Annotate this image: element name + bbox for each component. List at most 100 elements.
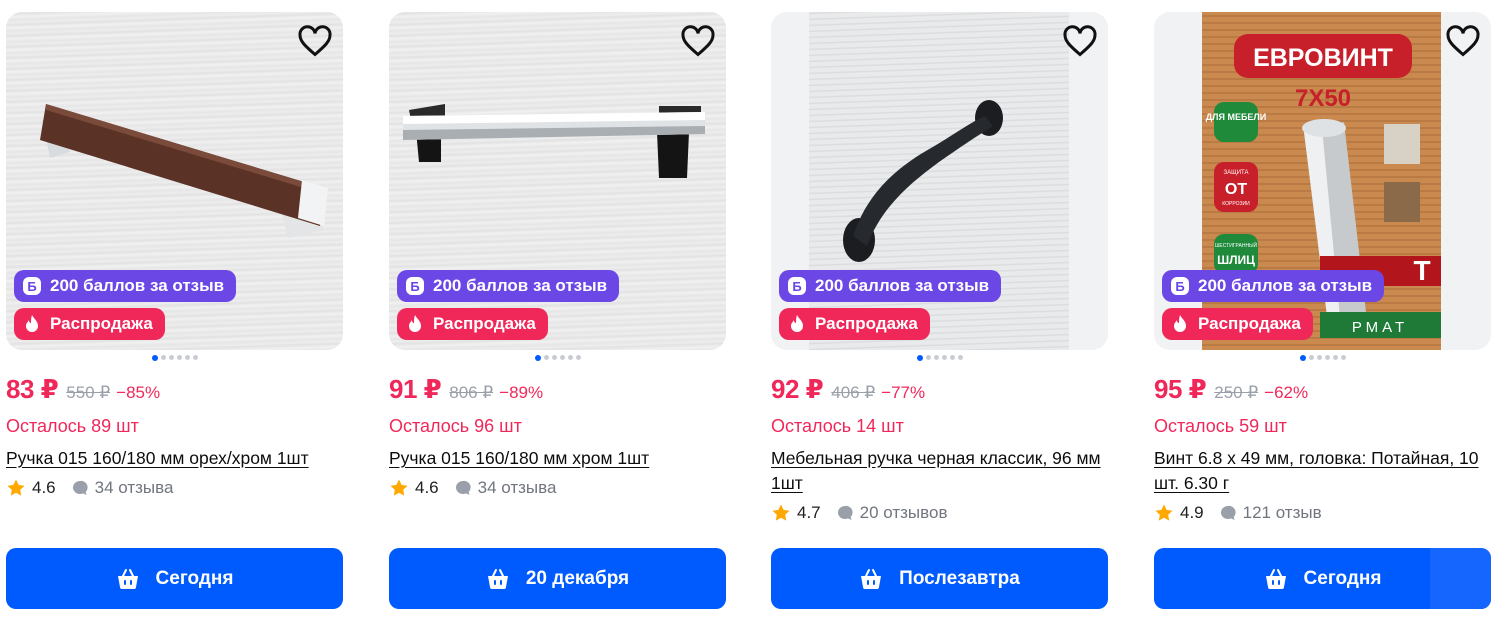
old-price: 806 ₽ xyxy=(449,383,494,402)
product-card[interactable]: Б 200 баллов за отзыв Распродажа 92 ₽ 40… xyxy=(771,12,1108,612)
pager-dot[interactable] xyxy=(1324,355,1330,360)
heart-outline-icon[interactable] xyxy=(680,24,716,58)
product-image[interactable]: Б 200 баллов за отзыв Распродажа xyxy=(6,12,343,350)
product-image[interactable]: Б 200 баллов за отзыв Распродажа xyxy=(771,12,1108,350)
product-title[interactable]: Мебельная ручка черная классик, 96 мм 1ш… xyxy=(771,446,1108,496)
sale-badge: Распродажа xyxy=(397,308,548,340)
delivery-label: Сегодня xyxy=(155,567,234,589)
stock-left: Осталось 89 шт xyxy=(6,416,139,436)
image-pager[interactable] xyxy=(6,355,343,363)
discount: −77% xyxy=(881,383,926,402)
discount: −85% xyxy=(116,383,161,402)
image-tag1: ДЛЯ МЕБЕЛИ xyxy=(1206,112,1266,122)
image-size: 7X50 xyxy=(1295,85,1351,112)
rating-value: 4.7 xyxy=(797,503,821,522)
product-card[interactable]: Б 200 баллов за отзыв Распродажа 91 ₽ 80… xyxy=(389,12,726,612)
old-price: 406 ₽ xyxy=(831,383,876,402)
points-badge: Б 200 баллов за отзыв xyxy=(779,270,1002,302)
rating-row[interactable]: 4.6 34 отзыва xyxy=(389,478,556,498)
heart-outline-icon[interactable] xyxy=(297,24,333,58)
pager-dot[interactable] xyxy=(933,355,939,360)
pager-dot[interactable] xyxy=(949,355,955,360)
points-badge: Б 200 баллов за отзыв xyxy=(397,270,620,302)
rating-row[interactable]: 4.7 20 отзывов xyxy=(771,503,947,523)
basket-icon xyxy=(117,568,138,589)
flame-icon xyxy=(26,315,38,332)
svg-text:Б: Б xyxy=(1175,279,1184,294)
pager-dot[interactable] xyxy=(916,355,923,361)
pager-dot[interactable] xyxy=(1340,355,1346,360)
image-tag2-sub: КОРРОЗИИ xyxy=(1222,201,1250,207)
image-pager[interactable] xyxy=(1154,355,1491,363)
pager-dot[interactable] xyxy=(184,355,190,360)
pager-dot[interactable] xyxy=(1332,355,1338,360)
points-badge-label: 200 баллов за отзыв xyxy=(1198,276,1373,295)
button-split-segment[interactable] xyxy=(1430,548,1491,609)
pager-dot[interactable] xyxy=(941,355,947,360)
pager-dot[interactable] xyxy=(543,355,549,360)
pager-dot[interactable] xyxy=(1308,355,1314,360)
basket-icon xyxy=(1265,568,1286,589)
price-row: 95 ₽ 250 ₽ −62% xyxy=(1154,374,1308,405)
star-icon xyxy=(390,479,408,496)
product-title[interactable]: Ручка 015 160/180 мм хром 1шт xyxy=(389,446,726,471)
sale-badge-label: Распродажа xyxy=(815,314,918,333)
chat-bubble-icon xyxy=(1220,505,1236,520)
rating-row[interactable]: 4.9 121 отзыв xyxy=(1154,503,1322,523)
add-to-cart-button[interactable]: Сегодня xyxy=(1154,548,1491,609)
chat-bubble-icon xyxy=(837,505,853,520)
pager-dot[interactable] xyxy=(168,355,174,360)
points-badge-label: 200 баллов за отзыв xyxy=(50,276,225,295)
current-price: 91 ₽ xyxy=(389,374,442,404)
image-pager[interactable] xyxy=(389,355,726,363)
heart-outline-icon[interactable] xyxy=(1062,24,1098,58)
pager-dot[interactable] xyxy=(925,355,931,360)
reviews-count: 20 отзывов xyxy=(859,503,948,522)
heart-outline-icon[interactable] xyxy=(1445,24,1481,58)
points-badge: Б 200 баллов за отзыв xyxy=(1162,270,1385,302)
product-title[interactable]: Ручка 015 160/180 мм орех/хром 1шт xyxy=(6,446,343,471)
current-price: 83 ₽ xyxy=(6,374,59,404)
badges: Б 200 баллов за отзыв Распродажа xyxy=(14,270,237,340)
image-tag2-small: ЗАЩИТА xyxy=(1223,170,1248,176)
price-row: 83 ₽ 550 ₽ −85% xyxy=(6,374,160,405)
pager-dot[interactable] xyxy=(957,355,963,360)
pager-dot[interactable] xyxy=(567,355,573,360)
delivery-label: Сегодня xyxy=(1303,567,1382,589)
price-row: 92 ₽ 406 ₽ −77% xyxy=(771,374,925,405)
image-partial-text: Т xyxy=(1413,255,1430,286)
product-image[interactable]: ЕВРОВИНТ 7X50 ДЛЯ МЕБЕЛИ ЗАЩИТА ОТ КОРРО… xyxy=(1154,12,1491,350)
pager-dot[interactable] xyxy=(534,355,541,361)
product-card[interactable]: Б 200 баллов за отзыв Распродажа 83 ₽ 55… xyxy=(6,12,343,612)
pager-dot[interactable] xyxy=(192,355,198,360)
rating-row[interactable]: 4.6 34 отзыва xyxy=(6,478,173,498)
pager-dot[interactable] xyxy=(551,355,557,360)
pager-dot[interactable] xyxy=(151,355,158,361)
star-icon xyxy=(1155,504,1173,521)
image-pager[interactable] xyxy=(771,355,1108,363)
add-to-cart-button[interactable]: 20 декабря xyxy=(389,548,726,609)
delivery-label: Послезавтра xyxy=(899,567,1020,589)
pager-dot[interactable] xyxy=(559,355,565,360)
product-image[interactable]: Б 200 баллов за отзыв Распродажа xyxy=(389,12,726,350)
flame-icon xyxy=(1174,315,1186,332)
rating-value: 4.6 xyxy=(415,478,439,497)
current-price: 92 ₽ xyxy=(771,374,824,404)
pager-dot[interactable] xyxy=(160,355,166,360)
b-coin-icon: Б xyxy=(1171,277,1189,295)
sale-badge-label: Распродажа xyxy=(50,314,153,333)
pager-dot[interactable] xyxy=(1299,355,1306,361)
basket-icon xyxy=(487,568,508,589)
pager-dot[interactable] xyxy=(1316,355,1322,360)
product-card[interactable]: ЕВРОВИНТ 7X50 ДЛЯ МЕБЕЛИ ЗАЩИТА ОТ КОРРО… xyxy=(1154,12,1491,612)
old-price: 550 ₽ xyxy=(66,383,111,402)
product-grid: Б 200 баллов за отзыв Распродажа 83 ₽ 55… xyxy=(0,0,1493,623)
basket-icon xyxy=(861,568,882,589)
product-title[interactable]: Винт 6.8 х 49 мм, головка: Потайная, 10 … xyxy=(1154,446,1491,496)
add-to-cart-button[interactable]: Послезавтра xyxy=(771,548,1108,609)
pager-dot[interactable] xyxy=(176,355,182,360)
sale-badge: Распродажа xyxy=(14,308,165,340)
star-icon xyxy=(772,504,790,521)
add-to-cart-button[interactable]: Сегодня xyxy=(6,548,343,609)
pager-dot[interactable] xyxy=(575,355,581,360)
